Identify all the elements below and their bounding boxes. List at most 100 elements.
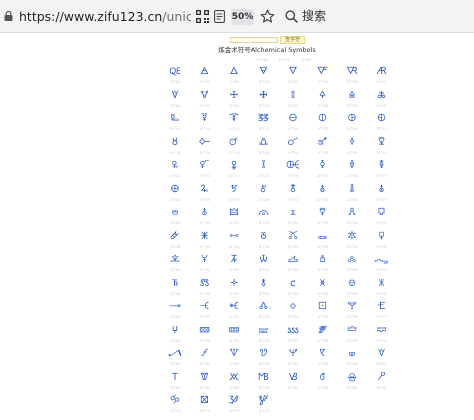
symbol-glyph[interactable]: 🜾: [339, 231, 365, 243]
symbol-glyph[interactable]: 🜐: [162, 113, 188, 125]
symbol-glyph[interactable]: 🜙: [192, 137, 218, 149]
symbol-cell[interactable]: 🜞 1F71E: [339, 135, 365, 157]
symbol-cell[interactable]: 🜓 1F713: [251, 111, 277, 133]
address-bar[interactable]: https://www.zifu123.cn/unicode/Alchemica…: [19, 9, 191, 25]
symbol-cell[interactable]: 🜼 1F73C: [280, 229, 306, 251]
symbol-glyph[interactable]: 🜏: [369, 90, 395, 102]
symbol-cell[interactable]: 🜂 1F702: [221, 64, 247, 86]
symbol-cell[interactable]: 🜺 1F73A: [221, 229, 247, 251]
symbol-glyph[interactable]: 🝜: [280, 325, 306, 337]
symbol-cell[interactable]: 🜏 1F70F: [369, 88, 395, 110]
symbol-cell[interactable]: 🜧 1F727: [369, 158, 395, 180]
symbol-cell[interactable]: 🝂 1F742: [221, 252, 247, 274]
search-icon[interactable]: [285, 10, 298, 23]
symbol-cell[interactable]: 🝘 1F758: [162, 323, 188, 345]
symbol-cell[interactable]: 🝦 1F766: [339, 346, 365, 368]
symbol-glyph[interactable]: 🝧: [369, 348, 395, 360]
symbol-cell[interactable]: 🜴 1F734: [280, 205, 306, 227]
symbol-cell[interactable]: 🜽 1F73D: [310, 229, 336, 251]
symbol-glyph[interactable]: 🜎: [339, 90, 365, 102]
symbol-cell[interactable]: 🜹 1F739: [192, 229, 218, 251]
symbol-glyph[interactable]: 🜻: [251, 231, 277, 243]
symbol-cell[interactable]: 🝀 1F740: [162, 252, 188, 274]
symbol-glyph[interactable]: 🝩: [192, 372, 218, 384]
symbol-cell[interactable]: 🜙 1F719: [192, 135, 218, 157]
symbol-glyph[interactable]: 🝐: [162, 301, 188, 313]
symbol-glyph[interactable]: 🜕: [310, 113, 336, 125]
symbol-glyph[interactable]: 🜌: [280, 90, 306, 102]
symbol-cell[interactable]: 🜫 1F72B: [251, 182, 277, 204]
symbol-cell[interactable]: 🝃 1F743: [251, 252, 277, 274]
symbol-glyph[interactable]: 🝍: [310, 278, 336, 290]
symbol-glyph[interactable]: 🝒: [221, 301, 247, 313]
symbol-glyph[interactable]: 🜔: [280, 113, 306, 125]
symbol-cell[interactable]: 🝑 1F751: [192, 299, 218, 321]
symbol-cell[interactable]: 🝮 1F76E: [339, 370, 365, 392]
symbol-glyph[interactable]: 🝢: [221, 348, 247, 360]
symbol-cell[interactable]: 🜁 1F701: [192, 64, 218, 86]
symbol-cell[interactable]: 🜇 1F707: [369, 64, 395, 86]
symbol-cell[interactable]: 🜐 1F710: [162, 111, 188, 133]
search-submit-button[interactable]: 查字符: [280, 36, 305, 44]
symbol-cell[interactable]: 🜘 1F718: [162, 135, 188, 157]
symbol-glyph[interactable]: 🝑: [192, 301, 218, 313]
symbol-cell[interactable]: 🜸 1F738: [162, 229, 188, 251]
symbol-cell[interactable]: 🜄 1F704: [280, 64, 306, 86]
symbol-cell[interactable]: 🝖 1F756: [339, 299, 365, 321]
symbol-glyph[interactable]: 🜨: [162, 184, 188, 196]
symbol-glyph[interactable]: 🝳: [251, 395, 277, 407]
symbol-glyph[interactable]: 🜁: [192, 66, 218, 78]
symbol-cell[interactable]: 🜛 1F71B: [251, 135, 277, 157]
symbol-cell[interactable]: 🜑 1F711: [192, 111, 218, 133]
symbol-cell[interactable]: 🜉 1F709: [192, 88, 218, 110]
symbol-glyph[interactable]: 🜝: [310, 137, 336, 149]
symbol-cell[interactable]: 🜢 1F722: [221, 158, 247, 180]
symbol-glyph[interactable]: 🝦: [339, 348, 365, 360]
symbol-cell[interactable]: 🜆 1F706: [339, 64, 365, 86]
symbol-cell[interactable]: 🝭 1F76D: [310, 370, 336, 392]
symbol-glyph[interactable]: 🜭: [310, 184, 336, 196]
symbol-cell[interactable]: 🜭 1F72D: [310, 182, 336, 204]
symbol-glyph[interactable]: 🝚: [221, 325, 247, 337]
zoom-level-button[interactable]: 50%: [231, 9, 254, 25]
symbol-glyph[interactable]: 🜂: [221, 66, 247, 78]
symbol-glyph[interactable]: 🜖: [339, 113, 365, 125]
symbol-glyph[interactable]: 🜓: [251, 113, 277, 125]
symbol-cell[interactable]: 🜬 1F72C: [280, 182, 306, 204]
symbol-cell[interactable]: 🜦 1F726: [339, 158, 365, 180]
symbol-glyph[interactable]: 🜤: [280, 160, 306, 172]
symbol-cell[interactable]: 🝣 1F763: [251, 346, 277, 368]
symbol-cell[interactable]: 🝙 1F759: [192, 323, 218, 345]
symbol-cell[interactable]: 🝚 1F75A: [221, 323, 247, 345]
symbol-cell[interactable]: 🜣 1F723: [251, 158, 277, 180]
symbol-glyph[interactable]: 🜿: [369, 231, 395, 243]
symbol-glyph[interactable]: 🝃: [251, 254, 277, 266]
symbol-glyph[interactable]: 🝇: [369, 254, 395, 266]
symbol-cell[interactable]: 🜈 1F708: [162, 88, 188, 110]
symbol-cell[interactable]: 🜰 1F730: [162, 205, 188, 227]
symbol-glyph[interactable]: 🜢: [221, 160, 247, 172]
symbol-cell[interactable]: 🝉 1F749: [192, 276, 218, 298]
symbol-cell[interactable]: 🝁 1F741: [192, 252, 218, 274]
symbol-glyph[interactable]: 🝊: [221, 278, 247, 290]
symbol-glyph[interactable]: 🝪: [221, 372, 247, 384]
symbol-glyph[interactable]: 🜗: [369, 113, 395, 125]
symbol-glyph[interactable]: 🝏: [369, 278, 395, 290]
symbol-glyph[interactable]: 🜲: [221, 207, 247, 219]
symbol-glyph[interactable]: 🜸: [162, 231, 188, 243]
symbol-cell[interactable]: 🜖 1F716: [339, 111, 365, 133]
symbol-glyph[interactable]: 🝆: [339, 254, 365, 266]
symbol-glyph[interactable]: 🝝: [310, 325, 336, 337]
symbol-cell[interactable]: 🜅 1F705: [310, 64, 336, 86]
symbol-cell[interactable]: 🜱 1F731: [192, 205, 218, 227]
symbol-glyph[interactable]: 🜅: [310, 66, 336, 78]
symbol-glyph[interactable]: 🝔: [280, 301, 306, 313]
symbol-glyph[interactable]: 🜣: [251, 160, 277, 172]
symbol-glyph[interactable]: 🝨: [162, 372, 188, 384]
symbol-cell[interactable]: 🜕 1F715: [310, 111, 336, 133]
symbol-glyph[interactable]: 🝖: [339, 301, 365, 313]
symbol-cell[interactable]: 🜻 1F73B: [251, 229, 277, 251]
symbol-glyph[interactable]: 🝫: [251, 372, 277, 384]
symbol-glyph[interactable]: 🝬: [280, 372, 306, 384]
symbol-cell[interactable]: 🝥 1F765: [310, 346, 336, 368]
